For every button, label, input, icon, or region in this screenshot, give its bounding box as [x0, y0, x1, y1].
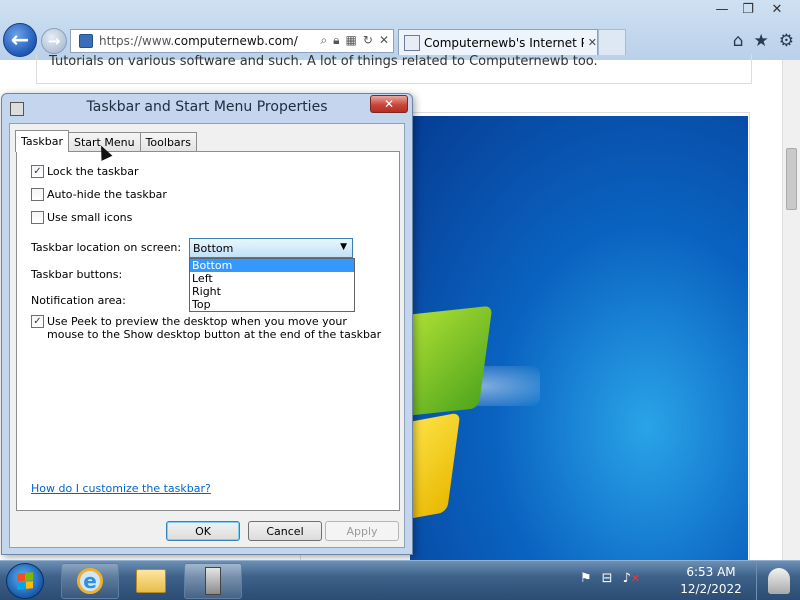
- site-favicon-icon: [79, 34, 93, 48]
- apply-button[interactable]: Apply: [325, 521, 399, 541]
- taskbar-buttons-label: Taskbar buttons:: [31, 268, 123, 281]
- back-arrow-icon: ←: [10, 27, 30, 53]
- command-icons: ⌂ ★ ⚙: [733, 31, 794, 51]
- tab-title: Computernewb's Internet P...: [423, 35, 584, 50]
- tab-favicon-icon: [404, 34, 420, 51]
- location-options-list: Bottom Left Right Top: [189, 258, 355, 312]
- taskbar-internet-explorer[interactable]: e: [61, 563, 119, 599]
- forward-arrow-icon: →: [47, 32, 61, 50]
- url-scheme: https://www.: [99, 34, 175, 48]
- taskbar-properties-dialog: Taskbar and Start Menu Properties ✕ Task…: [1, 93, 413, 555]
- page-text: Tutorials on various software and such. …: [49, 54, 598, 69]
- user-account-button[interactable]: [756, 561, 800, 600]
- address-icons: ⌕ 🔒︎ ▦ ↻ ✕: [320, 33, 389, 48]
- forward-button[interactable]: →: [41, 28, 67, 54]
- location-option-left[interactable]: Left: [190, 272, 354, 285]
- peek-label: Use Peek to preview the desktop when you…: [47, 315, 382, 341]
- new-tab-button[interactable]: [598, 29, 626, 55]
- dialog-title: Taskbar and Start Menu Properties: [86, 99, 328, 115]
- window-controls: — ❐ ✕: [710, 0, 792, 22]
- location-selected-value: Bottom: [193, 241, 234, 255]
- notification-tray: ⚑ ⊟ ♪✕: [580, 571, 640, 586]
- tab-toolbars[interactable]: Toolbars: [139, 132, 197, 152]
- tab-taskbar[interactable]: Taskbar: [15, 130, 69, 152]
- cancel-button[interactable]: Cancel: [248, 521, 322, 541]
- url-host: computernewb.com/: [174, 34, 298, 48]
- dialog-close-button[interactable]: ✕: [370, 95, 408, 113]
- auto-hide-label: Auto-hide the taskbar: [47, 188, 167, 201]
- address-bar[interactable]: https://www.computernewb.com/ ⌕ 🔒︎ ▦ ↻ ✕: [70, 29, 394, 53]
- network-icon[interactable]: ⊟: [602, 571, 613, 586]
- location-option-top[interactable]: Top: [190, 298, 354, 311]
- lock-taskbar-checkbox[interactable]: ✓: [31, 165, 44, 178]
- clock-time: 6:53 AM: [686, 565, 736, 579]
- close-icon: ✕: [383, 97, 395, 111]
- small-icons-label: Use small icons: [47, 211, 133, 224]
- location-option-bottom[interactable]: Bottom: [190, 259, 354, 272]
- speaker-icon: ♪: [622, 571, 631, 586]
- page-scrollbar[interactable]: [782, 60, 800, 560]
- auto-hide-option[interactable]: Auto-hide the taskbar: [31, 188, 167, 201]
- windows-logo-icon: [17, 572, 33, 590]
- lock-taskbar-label: Lock the taskbar: [47, 165, 139, 178]
- scrollbar-thumb[interactable]: [786, 148, 797, 210]
- small-icons-option[interactable]: Use small icons: [31, 211, 132, 224]
- favorites-icon[interactable]: ★: [754, 31, 769, 51]
- location-option-right[interactable]: Right: [190, 285, 354, 298]
- lock-taskbar-option[interactable]: ✓ Lock the taskbar: [31, 165, 139, 178]
- browser-tab[interactable]: Computernewb's Internet P... ✕: [398, 29, 598, 55]
- restore-button[interactable]: ❐: [736, 0, 760, 18]
- compat-icon[interactable]: ▦: [346, 33, 357, 48]
- clock-date: 12/2/2022: [680, 582, 742, 596]
- refresh-icon[interactable]: ↻: [363, 33, 373, 48]
- taskbar-properties-button[interactable]: [184, 563, 242, 599]
- taskbar-windows-explorer[interactable]: [122, 563, 180, 599]
- location-label: Taskbar location on screen:: [31, 241, 182, 254]
- stop-icon[interactable]: ✕: [379, 33, 389, 48]
- dialog-body: Taskbar Start Menu Toolbars ✓ Lock the t…: [9, 123, 405, 548]
- ok-button[interactable]: OK: [166, 521, 240, 541]
- taskbar-properties-icon: [205, 567, 221, 595]
- chevron-down-icon: ▼: [340, 242, 347, 252]
- internet-explorer-icon: e: [77, 568, 103, 594]
- tools-icon[interactable]: ⚙: [779, 31, 794, 51]
- peek-checkbox[interactable]: ✓: [31, 315, 44, 328]
- customize-help-link[interactable]: How do I customize the taskbar?: [31, 482, 211, 495]
- auto-hide-checkbox[interactable]: [31, 188, 44, 201]
- notification-area-label: Notification area:: [31, 294, 126, 307]
- location-dropdown[interactable]: Bottom ▼: [189, 238, 353, 258]
- home-icon[interactable]: ⌂: [733, 31, 744, 51]
- taskbar-clock[interactable]: 6:53 AM 12/2/2022: [676, 564, 746, 598]
- search-icon[interactable]: ⌕: [320, 33, 327, 48]
- back-button[interactable]: ←: [3, 23, 37, 57]
- volume-icon[interactable]: ♪✕: [623, 571, 641, 586]
- minimize-button[interactable]: —: [710, 0, 734, 18]
- user-icon: [767, 568, 790, 594]
- small-icons-checkbox[interactable]: [31, 211, 44, 224]
- page-section: Tutorials on various software and such. …: [36, 54, 752, 84]
- action-center-flag-icon[interactable]: ⚑: [580, 571, 592, 586]
- lock-icon[interactable]: 🔒︎: [333, 33, 339, 48]
- peek-option[interactable]: ✓ Use Peek to preview the desktop when y…: [31, 315, 387, 341]
- taskbar: e ⚑ ⊟ ♪✕ 6:53 AM 12/2/2022: [0, 560, 800, 600]
- wallpaper-flag-yellow: [410, 412, 461, 524]
- tab-close-button[interactable]: ✕: [588, 36, 597, 49]
- browser-toolbar: — ❐ ✕ ← → https://www.computernewb.com/ …: [0, 0, 800, 60]
- muted-icon: ✕: [630, 572, 641, 585]
- start-button[interactable]: [6, 563, 44, 599]
- close-window-button[interactable]: ✕: [762, 0, 792, 18]
- windows-wallpaper-image: [410, 116, 748, 560]
- folder-icon: [136, 569, 166, 593]
- url-text[interactable]: https://www.computernewb.com/: [99, 34, 298, 48]
- dialog-titlebar[interactable]: Taskbar and Start Menu Properties ✕: [2, 94, 412, 120]
- taskbar-tab-panel: ✓ Lock the taskbar Auto-hide the taskbar…: [16, 151, 400, 511]
